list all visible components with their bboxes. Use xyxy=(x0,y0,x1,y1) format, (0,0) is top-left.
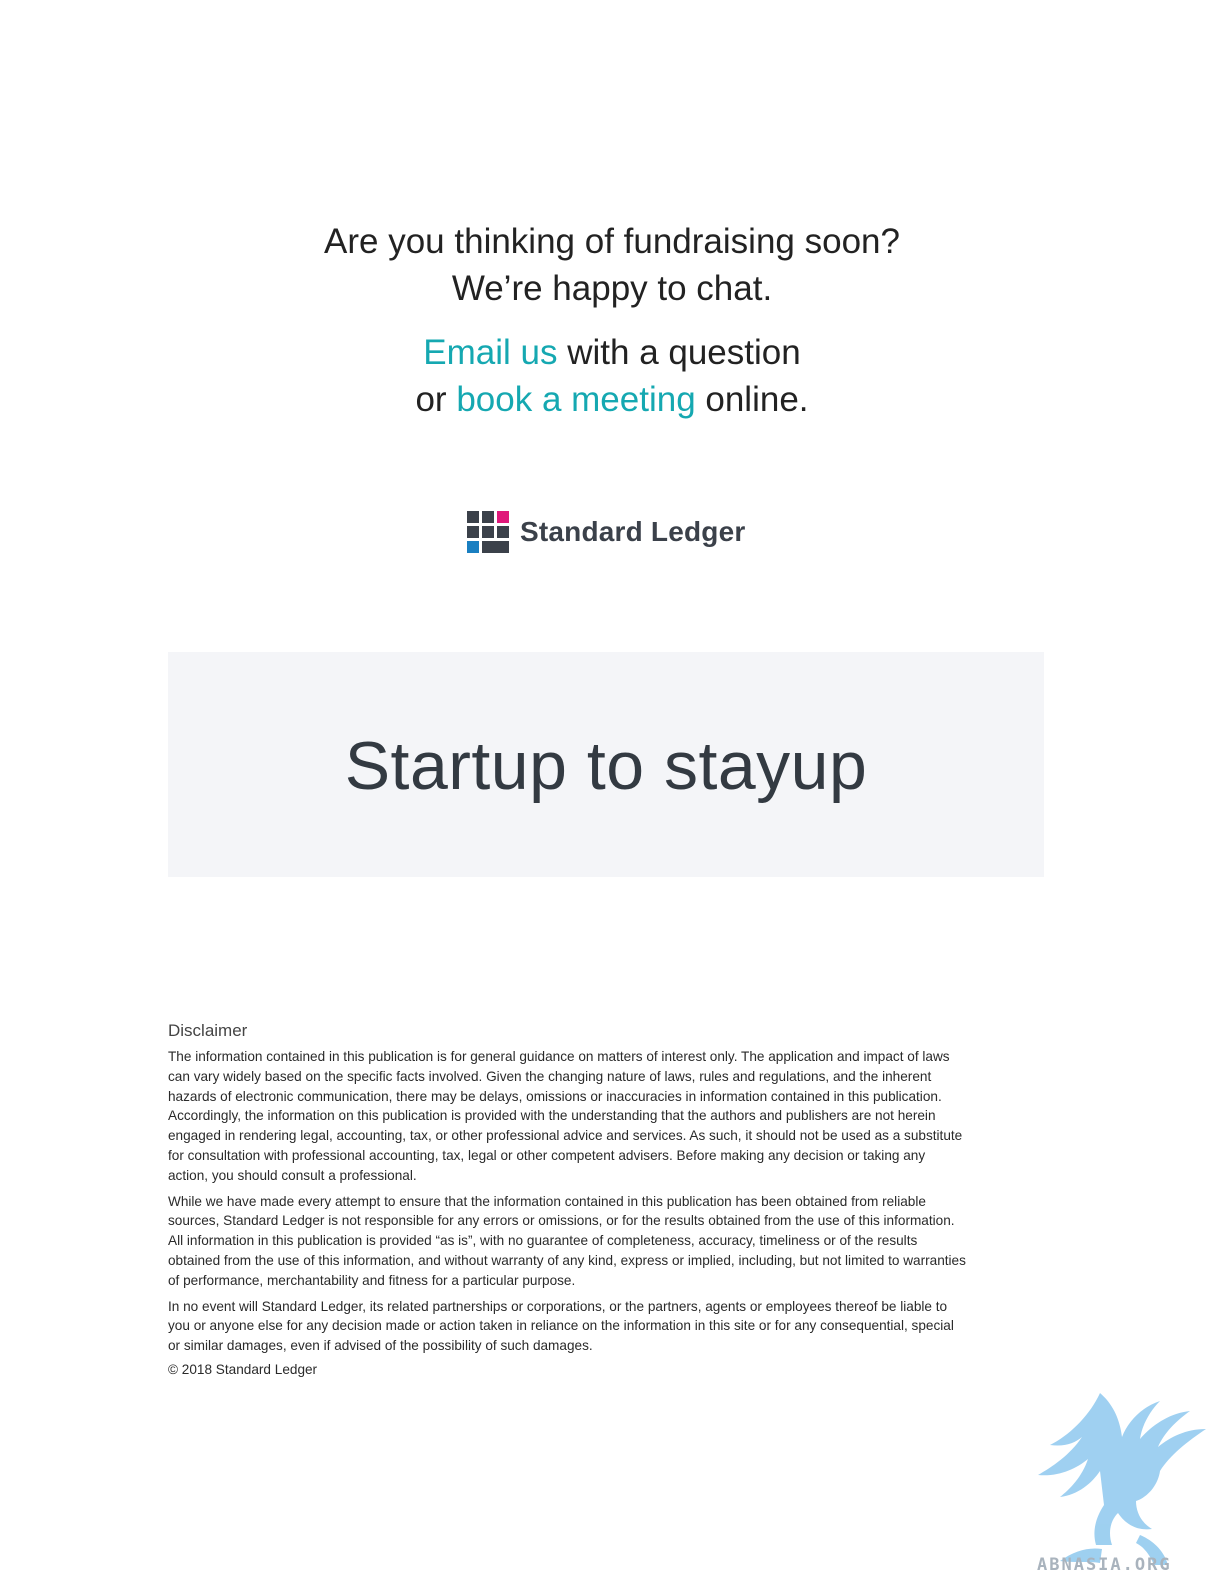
call-to-action: Are you thinking of fundraising soon? We… xyxy=(0,218,1224,423)
copyright-notice: © 2018 Standard Ledger xyxy=(168,1361,318,1377)
disclaimer-paragraph-3: In no event will Standard Ledger, its re… xyxy=(168,1298,954,1354)
email-us-link[interactable]: Email us xyxy=(423,333,557,372)
banner-title: Startup to stayup xyxy=(344,727,868,804)
slogan-banner: Startup to stayup xyxy=(168,652,1044,877)
disclaimer-section: Disclaimer The information contained in … xyxy=(168,1021,968,1377)
cta-email-line: Email us with a question xyxy=(0,329,1224,376)
logo-wordmark: Standard Ledger xyxy=(520,516,746,547)
cta-meeting-line: or book a meeting online. xyxy=(0,376,1224,423)
disclaimer-paragraph-2: While we have made every attempt to ensu… xyxy=(168,1193,966,1288)
standard-ledger-logo: Standard Ledger xyxy=(467,510,757,554)
cta-or-text: or xyxy=(415,380,457,419)
cta-heading-line-2: We’re happy to chat. xyxy=(451,269,773,308)
cta-gap xyxy=(0,312,1224,329)
grid-logo-icon xyxy=(467,511,509,553)
cta-heading-line-1: Are you thinking of fundraising soon? xyxy=(324,222,900,261)
griffin-icon xyxy=(1038,1393,1206,1565)
disclaimer-heading: Disclaimer xyxy=(168,1021,248,1040)
cta-email-rest: with a question xyxy=(557,333,801,372)
watermark-text: ABNASIA.ORG xyxy=(1037,1555,1172,1575)
cta-online-text: online. xyxy=(695,380,809,419)
book-meeting-link[interactable]: book a meeting xyxy=(456,380,695,419)
disclaimer-paragraph-1: The information contained in this public… xyxy=(168,1049,963,1183)
